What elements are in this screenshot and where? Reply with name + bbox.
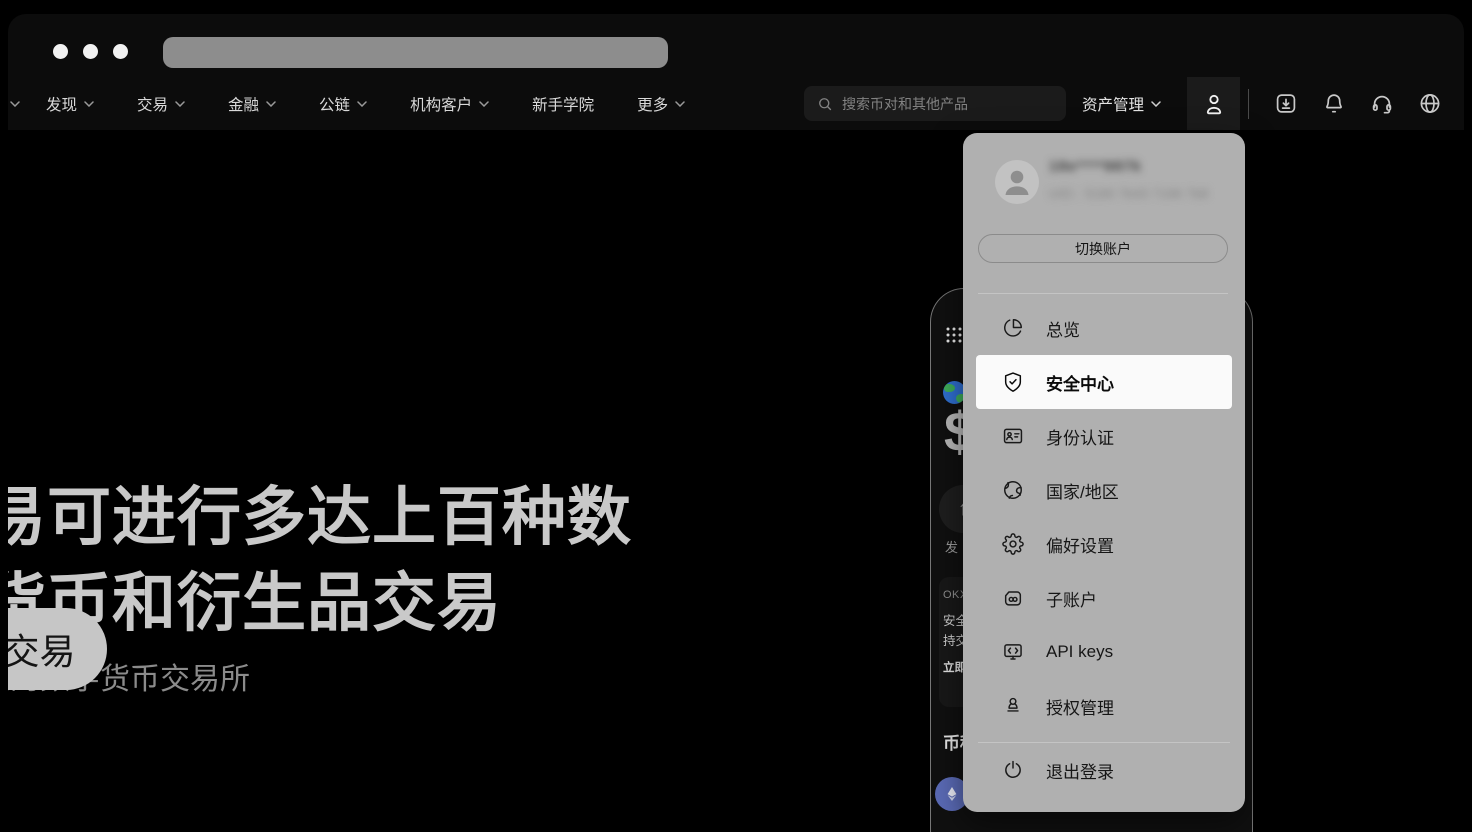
menu-item-label: 子账户: [1046, 586, 1097, 611]
account-username: 18e****987k: [1049, 158, 1142, 175]
menu-item-security-center[interactable]: 安全中心: [976, 355, 1232, 409]
trade-cta-button[interactable]: 交易: [8, 608, 107, 690]
globe-icon: [1418, 91, 1442, 116]
person-icon: [995, 160, 1039, 204]
account-dropdown: 18e****987k UID：5190 7b43 7196 7b8 切换账户 …: [963, 133, 1245, 812]
menu-item-label: 偏好设置: [1046, 532, 1114, 557]
globe-icon: [1002, 479, 1024, 501]
traffic-light-icon[interactable]: [53, 44, 68, 59]
nav-item-label: 交易: [137, 93, 168, 115]
assets-menu[interactable]: 资产管理: [1082, 93, 1161, 115]
nav-actions: 资产管理: [804, 77, 1442, 130]
nav-item-academy[interactable]: 新手学院: [532, 93, 594, 115]
ethereum-icon: [944, 786, 960, 802]
assets-label: 资产管理: [1082, 93, 1144, 115]
nav-item-discover[interactable]: 发现: [46, 93, 94, 115]
account-menu-list: 总览 安全中心 身份认证 国家/地区 偏好设置: [963, 301, 1245, 797]
menu-item-label: 退出登录: [1046, 758, 1114, 783]
notifications-button[interactable]: [1322, 92, 1346, 116]
hero-title: 易可进行多达上百种数 货币和衍生品交易: [8, 474, 632, 646]
chevron-down-icon: [175, 101, 185, 107]
nav-item-finance[interactable]: 金融: [228, 93, 276, 115]
nav-menu: 发现 交易 金融 公链 机构客户 新手学院 更多: [8, 77, 728, 130]
chevron-down-icon: [479, 101, 489, 107]
support-button[interactable]: [1370, 92, 1394, 116]
nav-item-label: 更多: [637, 93, 668, 115]
account-uid: UID：5190 7b43 7196 7b8: [1049, 183, 1209, 202]
chevron-down-icon: [266, 101, 276, 107]
account-button[interactable]: [1187, 77, 1240, 130]
chevron-down-icon: [84, 101, 94, 107]
menu-item-identity-verification[interactable]: 身份认证: [976, 409, 1232, 463]
chevron-down-icon: [675, 101, 685, 107]
menu-item-api-keys[interactable]: API keys: [976, 625, 1232, 679]
headset-icon: [1370, 91, 1394, 116]
menu-item-label: 授权管理: [1046, 694, 1114, 719]
menu-item-label: 身份认证: [1046, 424, 1114, 449]
switch-account-button[interactable]: 切换账户: [978, 234, 1228, 263]
avatar[interactable]: [995, 160, 1039, 204]
nav-item-label: 公链: [319, 93, 350, 115]
menu-item-logout[interactable]: 退出登录: [976, 743, 1232, 797]
shield-check-icon: [1002, 371, 1024, 393]
app-grid-icon[interactable]: [944, 325, 964, 345]
nav-item-more[interactable]: 更多: [637, 93, 685, 115]
menu-item-preferences[interactable]: 偏好设置: [976, 517, 1232, 571]
subaccount-card-icon: [1002, 587, 1024, 609]
nav-item-chain[interactable]: 公链: [319, 93, 367, 115]
nav-item-clipped[interactable]: [10, 101, 20, 107]
chevron-down-icon: [357, 101, 367, 107]
nav-divider: [1248, 89, 1249, 119]
nav-item-institutional[interactable]: 机构客户: [410, 93, 489, 115]
menu-item-label: 安全中心: [1046, 370, 1114, 395]
traffic-light-icon[interactable]: [113, 44, 128, 59]
search-box[interactable]: [804, 86, 1066, 121]
search-input[interactable]: [842, 96, 1042, 112]
menu-item-authorization[interactable]: 授权管理: [976, 679, 1232, 733]
menu-item-label: 国家/地区: [1046, 478, 1119, 503]
api-terminal-icon: [1002, 641, 1024, 663]
person-icon: [1201, 91, 1227, 117]
gear-icon: [1002, 533, 1024, 555]
menu-divider: [978, 293, 1228, 294]
send-label: 发: [945, 537, 958, 556]
traffic-light-icon[interactable]: [83, 44, 98, 59]
nav-item-label: 发现: [46, 93, 77, 115]
download-icon: [1274, 91, 1298, 116]
power-icon: [1002, 759, 1024, 781]
nav-item-label: 机构客户: [410, 93, 472, 115]
download-app-button[interactable]: [1274, 92, 1298, 116]
nav-item-label: 新手学院: [532, 93, 594, 115]
bell-icon: [1322, 91, 1346, 116]
hero-title-line1: 易可进行多达上百种数: [8, 474, 632, 560]
menu-item-country-region[interactable]: 国家/地区: [976, 463, 1232, 517]
menu-item-subaccounts[interactable]: 子账户: [976, 571, 1232, 625]
nav-item-label: 金融: [228, 93, 259, 115]
id-card-icon: [1002, 425, 1024, 447]
search-icon: [816, 95, 834, 113]
chevron-down-icon: [10, 101, 20, 107]
language-button[interactable]: [1418, 92, 1442, 116]
menu-item-label: API keys: [1046, 642, 1113, 662]
main-navbar: 发现 交易 金融 公链 机构客户 新手学院 更多: [8, 77, 1464, 130]
chevron-down-icon: [1151, 101, 1161, 107]
nav-item-trade[interactable]: 交易: [137, 93, 185, 115]
menu-item-overview[interactable]: 总览: [976, 301, 1232, 355]
address-bar[interactable]: [163, 37, 668, 68]
stamp-icon: [1002, 695, 1024, 717]
menu-item-label: 总览: [1046, 316, 1080, 341]
pie-chart-icon: [1002, 317, 1024, 339]
